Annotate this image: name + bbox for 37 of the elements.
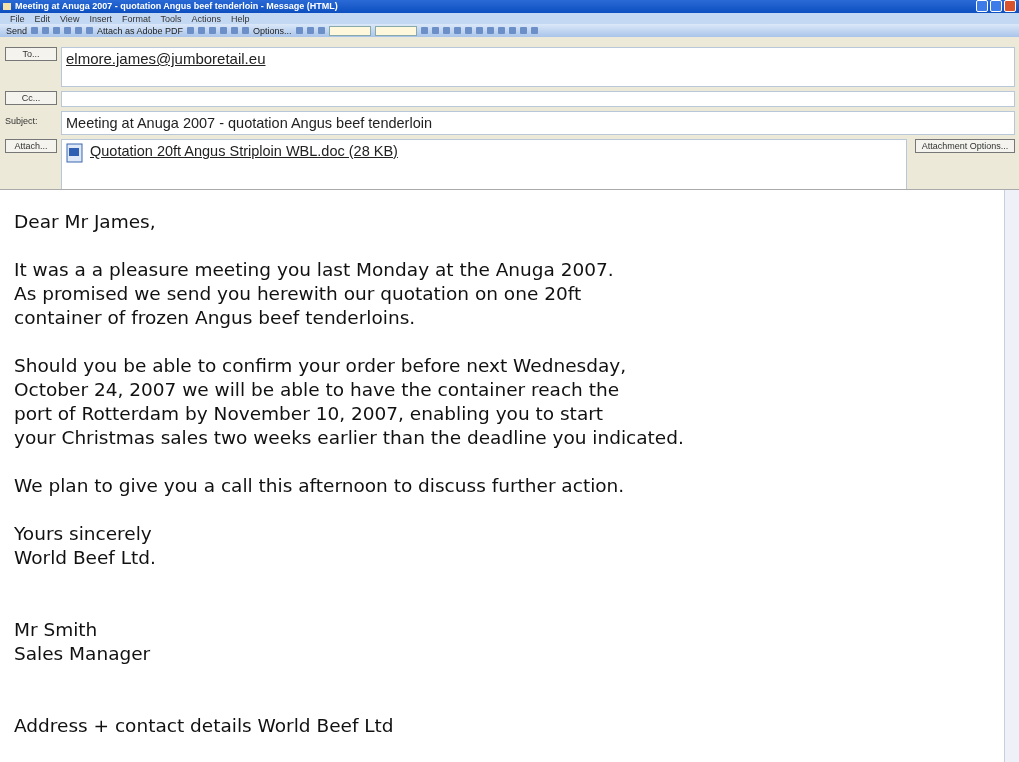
attachment-options-button[interactable]: Attachment Options...: [915, 139, 1015, 153]
to-field[interactable]: elmore.james@jumboretail.eu: [61, 47, 1015, 87]
to-button[interactable]: To...: [5, 47, 57, 61]
attach-button[interactable]: Attach...: [5, 139, 57, 153]
toolbar-dropdown[interactable]: [328, 25, 371, 36]
minimize-button[interactable]: [976, 0, 988, 13]
menu-item[interactable]: Tools: [160, 13, 182, 24]
toolbar-button[interactable]: Attach as Adobe PDF: [97, 25, 184, 36]
window-title: Meeting at Anuga 2007 - quotation Angus beef tenderloin - Message (HTML): [15, 1, 338, 12]
body-paragraph: It was a a pleasure meeting you last Monday at the Anuga 2007. As promised we send you herewith our quotation on one 20ft container of frozen Angus beef tenderloins.: [14, 258, 615, 330]
toolbar-button[interactable]: Options...: [253, 25, 292, 36]
body-paragraph: We plan to give you a call this afternoon to discuss further action.: [14, 474, 626, 498]
body-paragraph: Mr Smith Sales Manager: [14, 618, 152, 666]
attachment-link[interactable]: Quotation 20ft Angus Striploin WBL.doc (28 KB): [90, 143, 398, 159]
subject-label: Subject:: [5, 115, 39, 126]
menu-item[interactable]: Actions: [191, 13, 221, 24]
menu-item[interactable]: Edit: [34, 13, 51, 24]
cc-field[interactable]: [61, 91, 1015, 107]
body-paragraph: Dear Mr James,: [14, 210, 157, 234]
toolbar-button[interactable]: Send: [6, 25, 28, 36]
menu-item[interactable]: View: [60, 13, 80, 24]
body-paragraph: Yours sincerely World Beef Ltd.: [14, 522, 157, 570]
maximize-button[interactable]: [990, 0, 1002, 13]
toolbar-dropdown[interactable]: [374, 25, 417, 36]
menu-item[interactable]: Insert: [89, 13, 112, 24]
subject-text: Meeting at Anuga 2007 - quotation Angus beef tenderloin: [66, 115, 432, 131]
cc-button[interactable]: Cc...: [5, 91, 57, 105]
subject-field[interactable]: Meeting at Anuga 2007 - quotation Angus beef tenderloin: [61, 111, 1015, 135]
document-icon: [66, 143, 84, 163]
body-paragraph: Address + contact details World Beef Ltd: [14, 714, 395, 738]
menu-item[interactable]: File: [10, 13, 25, 24]
menu-item[interactable]: Format: [121, 13, 151, 24]
scrollbar[interactable]: [1004, 190, 1019, 762]
body-paragraph: Should you be able to confirm your order before next Wednesday, October 24, 2007 we will be able to have the container reach the port of Rotterdam by November 10, 2007, enabling you to start your Christmas sales two weeks earlier than the deadline you indicated.: [14, 354, 685, 450]
close-button[interactable]: [1004, 0, 1016, 13]
menu-item[interactable]: Help: [230, 13, 250, 24]
recipient-address: elmore.james@jumboretail.eu: [66, 50, 266, 67]
